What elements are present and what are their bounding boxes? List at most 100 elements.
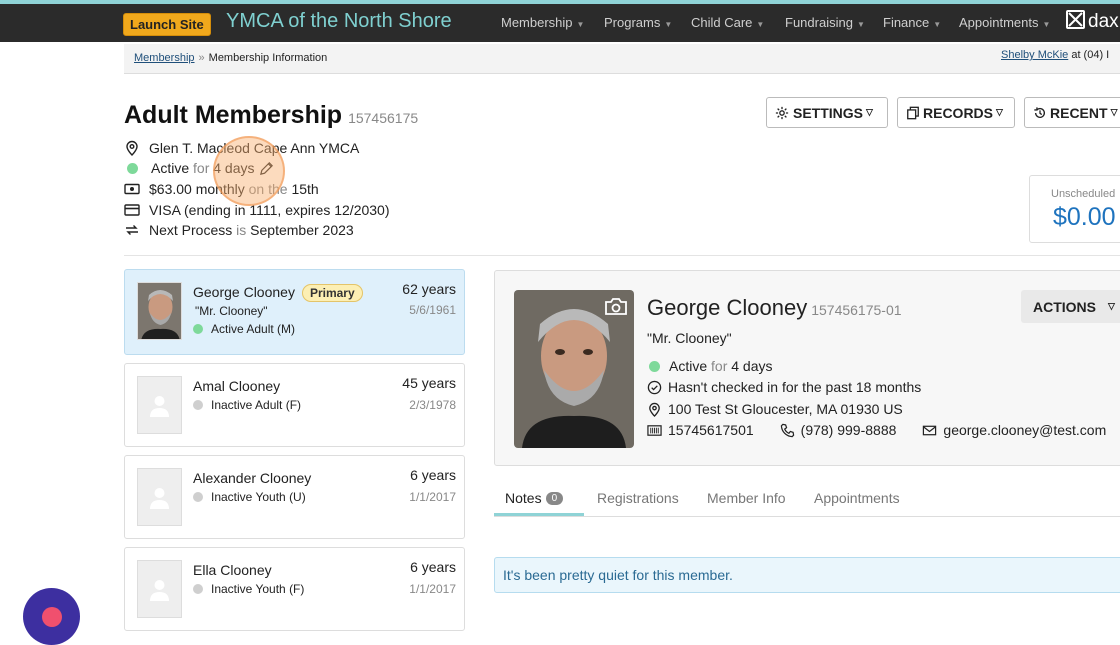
chevron-down-icon: ▽ <box>1110 107 1118 117</box>
member-detail-panel: George Clooney 157456175-01 "Mr. Clooney"… <box>494 270 1120 466</box>
tab-member-info[interactable]: Member Info <box>707 490 786 506</box>
repeat-icon <box>126 225 138 235</box>
member-card-amal[interactable]: Amal Clooney Inactive Adult (F) 45 years… <box>124 363 465 447</box>
recent-button[interactable]: RECENT ▽ <box>1024 97 1120 128</box>
camera-icon[interactable] <box>604 296 628 316</box>
member-age: 45 years <box>402 375 456 391</box>
member-photo[interactable] <box>514 290 634 448</box>
nav-fundraising[interactable]: Fundraising ▼ <box>785 15 865 30</box>
next-process-date: September 2023 <box>250 222 354 238</box>
nav-child-care[interactable]: Child Care ▼ <box>691 15 764 30</box>
detail-phone[interactable]: (978) 999-8888 <box>801 422 897 438</box>
settings-button[interactable]: SETTINGS ▽ <box>766 97 888 128</box>
membership-next-process: Next Process is September 2023 <box>124 222 354 238</box>
chevron-down-icon: ▼ <box>1042 20 1051 29</box>
cash-icon <box>124 183 140 195</box>
detail-contact: 15745617501 (978) 999-8888 george.cloone… <box>647 422 1106 438</box>
status-dot-icon <box>193 584 203 594</box>
gear-icon <box>775 106 789 119</box>
chevron-down-icon: ▽ <box>1108 301 1115 311</box>
actions-button[interactable]: ACTIONS ▽ <box>1021 290 1120 323</box>
member-status: Inactive Youth (U) <box>193 490 306 504</box>
detail-nickname: "Mr. Clooney" <box>647 330 732 346</box>
nav-programs-label: Programs <box>604 15 661 30</box>
settings-label: SETTINGS <box>793 104 864 121</box>
launch-site-button[interactable]: Launch Site <box>123 13 211 36</box>
person-icon <box>150 396 169 417</box>
status-dot-icon <box>193 324 203 334</box>
chevron-down-icon: ▼ <box>576 20 585 29</box>
avatar <box>137 282 182 340</box>
breadcrumb-membership-link[interactable]: Membership <box>134 52 195 64</box>
member-dob: 2/3/1978 <box>409 398 456 412</box>
detail-checkin: Hasn't checked in for the past 18 months <box>647 379 921 395</box>
chevron-down-icon: ▼ <box>664 20 673 29</box>
tab-appointments[interactable]: Appointments <box>814 490 900 506</box>
daxko-x-icon <box>1066 10 1085 29</box>
status-dot-icon <box>193 492 203 502</box>
member-card-alexander[interactable]: Alexander Clooney Inactive Youth (U) 6 y… <box>124 455 465 539</box>
tab-notes-label: Notes <box>505 490 542 506</box>
current-user-suffix: at (04) I <box>1068 49 1110 61</box>
recent-label: RECENT <box>1050 104 1108 121</box>
breadcrumb-current: Membership Information <box>208 52 328 64</box>
member-dob: 1/1/2017 <box>409 582 456 596</box>
member-card-ella[interactable]: Ella Clooney Inactive Youth (F) 6 years … <box>124 547 465 631</box>
member-card-george[interactable]: George Clooney Primary "Mr. Clooney" Acti… <box>124 269 465 355</box>
current-user-link[interactable]: Shelby McKie <box>1001 49 1068 61</box>
member-tabs: Notes 0 Registrations Member Info Appoint… <box>494 485 1120 517</box>
chevron-down-icon: ▼ <box>756 20 765 29</box>
unscheduled-label: Unscheduled <box>1051 188 1116 200</box>
membership-title: Adult Membership <box>124 101 343 129</box>
primary-badge: Primary <box>301 284 363 302</box>
detail-email[interactable]: george.clooney@test.com <box>943 422 1106 438</box>
map-pin-icon <box>126 140 138 156</box>
member-status-text: Inactive Adult (F) <box>211 398 302 412</box>
tab-registrations[interactable]: Registrations <box>597 490 679 506</box>
copy-icon <box>907 106 919 119</box>
current-user: Shelby McKie at (04) I <box>1001 49 1109 61</box>
next-process-is: is <box>236 222 247 238</box>
notes-empty-message: It's been pretty quiet for this member. <box>494 557 1120 593</box>
click-highlight <box>213 136 285 206</box>
status-for-text: for <box>193 160 210 176</box>
status-dot-icon <box>193 400 203 410</box>
tab-notes[interactable]: Notes 0 <box>505 490 564 506</box>
daxko-logo[interactable]: dax <box>1066 10 1119 33</box>
membership-number: 157456175 <box>348 110 419 126</box>
next-process-label: Next Process <box>149 222 233 238</box>
detail-address: 100 Test St Gloucester, MA 01930 US <box>647 401 903 417</box>
barcode-icon <box>647 424 662 436</box>
records-label: RECORDS <box>923 104 994 121</box>
detail-member-id: 157456175-01 <box>811 302 902 318</box>
detail-status: Active for 4 days <box>647 358 773 374</box>
price-day: 15th <box>291 181 319 197</box>
avatar-placeholder <box>137 468 182 526</box>
member-status: Inactive Youth (F) <box>193 582 304 596</box>
nav-programs[interactable]: Programs ▼ <box>604 15 672 30</box>
member-dob: 1/1/2017 <box>409 490 456 504</box>
brand-title[interactable]: YMCA of the North Shore <box>226 10 452 33</box>
history-icon <box>1034 106 1046 118</box>
nav-finance[interactable]: Finance ▼ <box>883 15 941 30</box>
help-chat-button[interactable] <box>23 588 80 645</box>
nav-membership[interactable]: Membership ▼ <box>501 15 584 30</box>
nav-child-care-label: Child Care <box>691 15 753 30</box>
member-age: 6 years <box>410 559 456 575</box>
detail-status-for: for <box>711 358 728 374</box>
person-icon <box>150 488 169 509</box>
status-dot-icon <box>124 160 140 176</box>
member-nickname: "Mr. Clooney" <box>195 304 268 318</box>
records-button[interactable]: RECORDS ▽ <box>897 97 1015 128</box>
active-tab-indicator <box>494 513 584 516</box>
chevron-down-icon: ▼ <box>856 20 865 29</box>
member-status-text: Active Adult (M) <box>211 322 296 336</box>
member-name: Amal Clooney <box>193 378 281 394</box>
map-pin-icon <box>649 402 660 417</box>
member-status: Inactive Adult (F) <box>193 398 301 412</box>
breadcrumb-separator: » <box>198 52 205 64</box>
member-name-text: George Clooney <box>193 284 295 300</box>
detail-name-text: George Clooney <box>647 295 808 320</box>
nav-appointments[interactable]: Appointments ▼ <box>959 15 1050 30</box>
detail-barcode: 15745617501 <box>668 422 754 438</box>
